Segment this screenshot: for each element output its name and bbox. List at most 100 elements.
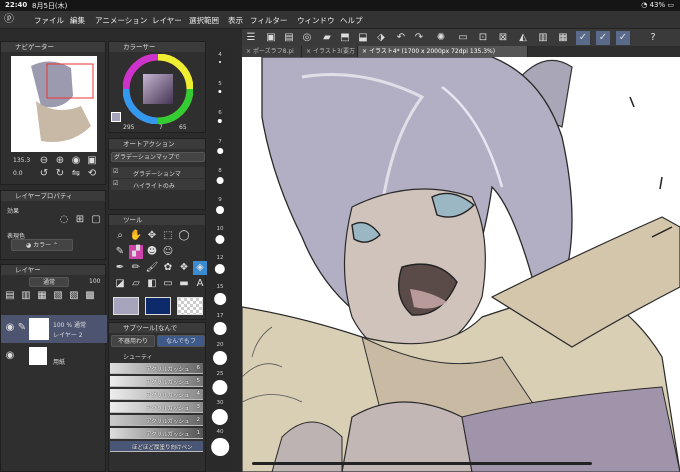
zoom-tool-icon[interactable]: ⌕ — [113, 229, 127, 243]
snap-grid-icon[interactable]: ✓ — [616, 31, 630, 45]
loading-icon[interactable]: ✺ — [434, 31, 448, 45]
snap-icon[interactable]: ▥ — [536, 31, 550, 45]
brush-size-dot[interactable] — [213, 351, 227, 365]
border-effect-icon[interactable]: ◌ — [57, 213, 71, 227]
brush-size-dot[interactable] — [219, 61, 221, 63]
actual-size-icon[interactable]: ▣ — [85, 154, 99, 168]
layer-draft-icon[interactable]: ▨ — [67, 289, 81, 303]
rotate-right-icon[interactable]: ↻ — [53, 167, 67, 181]
character-tool-icon[interactable]: ☺ — [161, 245, 175, 259]
app-logo-icon[interactable]: ⓟ — [2, 13, 16, 27]
airbrush-tool-icon[interactable]: ✿ — [161, 261, 175, 275]
figure-tool-icon[interactable]: ☻ — [145, 245, 159, 259]
check-icon[interactable]: ☑ — [113, 168, 118, 175]
transform-icon[interactable]: ⊠ — [496, 31, 510, 45]
folder-icon[interactable]: ▰ — [320, 31, 334, 45]
menu-filter[interactable]: フィルター — [250, 15, 287, 26]
brush-size-dot[interactable] — [211, 438, 229, 456]
check-icon[interactable]: ☑ — [113, 180, 118, 187]
layer-lock-icon[interactable]: ▤ — [3, 289, 17, 303]
subtool-tab-clumsy[interactable]: 不器用わり — [111, 335, 155, 347]
redo-icon[interactable]: ↷ — [412, 31, 426, 45]
zoom-out-icon[interactable]: ⊖ — [37, 154, 51, 168]
brush-size-dot[interactable] — [214, 264, 226, 275]
subtool-item[interactable]: アクリルガッシュ 2 — [110, 415, 203, 426]
save-icon[interactable]: ⬒ — [338, 31, 352, 45]
main-color-swatch[interactable] — [111, 112, 121, 122]
navigator-preview[interactable] — [11, 56, 97, 152]
balloon-tool-icon[interactable]: ▭ — [161, 277, 175, 291]
color-effect-icon[interactable]: ▢ — [89, 213, 103, 227]
auto-action-set-select[interactable]: グラデーションマップで — [111, 152, 205, 162]
brush-size-dot[interactable] — [217, 148, 223, 154]
brush-size-dot[interactable] — [214, 293, 226, 305]
decoration-tool-icon[interactable]: ◈ — [193, 261, 207, 275]
crop-icon[interactable]: ⊡ — [476, 31, 490, 45]
camera-icon[interactable]: ◎ — [300, 31, 314, 45]
display-color-select[interactable]: ◕ カラー ⌃ — [11, 239, 73, 251]
hand-tool-icon[interactable]: ✋ — [129, 229, 143, 243]
menu-selection[interactable]: 選択範囲 — [189, 15, 219, 26]
eye-icon[interactable]: ◉ — [3, 349, 17, 363]
pencil-tool-icon[interactable]: ✏ — [129, 261, 143, 275]
brush-size-dot[interactable] — [211, 409, 229, 426]
brush-size-dot[interactable] — [215, 235, 225, 245]
subtool-item[interactable]: アクリルガッシュ 3 — [110, 402, 203, 413]
zoom-in-icon[interactable]: ⊕ — [53, 154, 67, 168]
menu-layer[interactable]: レイヤー — [152, 15, 182, 26]
drawing-canvas[interactable] — [242, 57, 680, 472]
move-tool-icon[interactable]: ✥ — [145, 229, 159, 243]
text-tool-icon[interactable]: A — [193, 277, 207, 291]
brush-size-dot[interactable] — [212, 380, 228, 396]
subtool-tab-anything[interactable]: なんでもフ — [157, 335, 205, 347]
share-icon[interactable]: ⬗ — [374, 31, 388, 45]
layer-clip-icon[interactable]: ▥ — [19, 289, 33, 303]
menu-animation[interactable]: アニメーション — [95, 15, 147, 26]
menu-file[interactable]: ファイル — [34, 15, 64, 26]
vector-tool-icon[interactable]: ◧ — [145, 277, 159, 291]
canvas-scrollbar[interactable] — [252, 462, 592, 465]
brush-tool-icon[interactable]: 🖌 — [145, 261, 159, 275]
fit-icon[interactable]: ◉ — [69, 154, 83, 168]
reset-rotation-icon[interactable]: ⟲ — [85, 167, 99, 181]
tab-pose-rough[interactable]: × ポーズラフ8.pi — [242, 46, 302, 57]
menu-icon[interactable]: ☰ — [244, 31, 258, 45]
auto-action-item[interactable]: ☑ グラデーションマ — [111, 167, 205, 178]
menu-view[interactable]: 表示 — [228, 15, 243, 26]
layer-row[interactable]: ◉ ✎ 100 % 通常 レイヤー 2 — [1, 315, 107, 343]
export-icon[interactable]: ⬓ — [356, 31, 370, 45]
subtool-item[interactable]: アクリルガッシュ 4 — [110, 389, 203, 400]
menu-edit[interactable]: 編集 — [70, 15, 85, 26]
layer-ref-icon[interactable]: ▦ — [35, 289, 49, 303]
brush-size-dot[interactable] — [217, 119, 223, 124]
transparent-color-box[interactable] — [177, 297, 203, 315]
lasso-tool-icon[interactable]: ◯ — [177, 229, 191, 243]
grid-icon[interactable]: ▦ — [556, 31, 570, 45]
menu-help[interactable]: ヘルプ — [340, 15, 363, 26]
eyedropper-tool-icon[interactable]: ✎ — [113, 245, 127, 259]
sub-color-box[interactable] — [145, 297, 171, 315]
auto-action-item[interactable]: ☑ ハイライトのみ — [111, 179, 205, 190]
subtool-item[interactable]: アクリルガッシュ 1 — [110, 428, 203, 439]
subtool-item[interactable]: アクリルガッシュ 5 — [110, 376, 203, 387]
ruler-snap-icon[interactable]: ✓ — [576, 31, 590, 45]
tone-effect-icon[interactable]: ⊞ — [73, 213, 87, 227]
blend-tool-icon[interactable]: ❖ — [177, 261, 191, 275]
blend-mode-select[interactable]: 通常 — [29, 277, 69, 287]
pen-tool-icon[interactable]: ✒ — [113, 261, 127, 275]
flip-icon[interactable]: ⇋ — [69, 167, 83, 181]
brush-size-dot[interactable] — [216, 206, 224, 214]
tab-illust4[interactable]: × イラスト4* (1700 x 2000px 72dpi 135.3%) — [358, 46, 528, 57]
fill-tool-icon[interactable]: ◪ — [113, 277, 127, 291]
undo-icon[interactable]: ↶ — [394, 31, 408, 45]
main-color-box[interactable] — [113, 297, 139, 315]
clear-icon[interactable]: ▭ — [456, 31, 470, 45]
subtool-item[interactable]: アクリルガッシュ 6 — [110, 363, 203, 374]
layer-color-icon[interactable]: ▩ — [83, 289, 97, 303]
fill-icon[interactable]: ◭ — [516, 31, 530, 45]
select-tool-icon[interactable]: ⬚ — [161, 229, 175, 243]
subtool-item-selected[interactable]: ほどほど厚塗り向けペン — [110, 441, 203, 452]
layer-mask-icon[interactable]: ▧ — [51, 289, 65, 303]
tab-illust3[interactable]: × イラスト3(要万 — [302, 46, 358, 57]
ruler-tool-icon[interactable]: ▬ — [177, 277, 191, 291]
